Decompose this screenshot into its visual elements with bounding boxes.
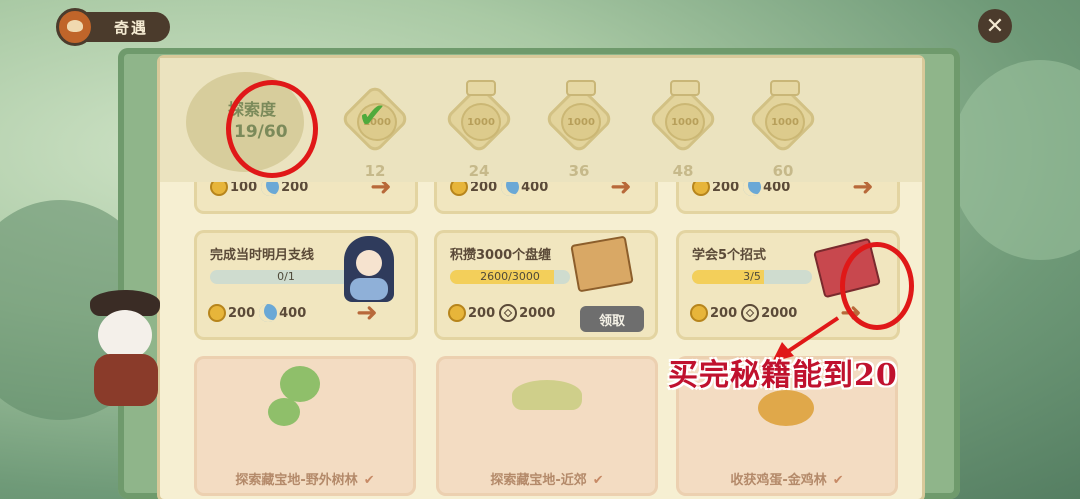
cash-icon xyxy=(741,304,760,322)
task-title: 学会5个招式 xyxy=(692,248,767,263)
character-robe xyxy=(350,278,388,300)
milestone-coin: 1000 xyxy=(561,103,601,141)
completed-card-label: 探索藏宝地-野外树林 ✔ xyxy=(194,469,416,488)
annotation-arrow-line xyxy=(782,316,840,356)
mascot-body xyxy=(94,354,158,406)
scroll-icon xyxy=(770,80,800,96)
check-icon: ✔ xyxy=(592,473,604,488)
mascot-face xyxy=(98,310,152,360)
background-foliage xyxy=(950,60,1080,260)
close-button[interactable]: ✕ xyxy=(978,9,1012,43)
reward: 200 2000 xyxy=(448,304,555,322)
coin-amount: 200 xyxy=(468,305,496,321)
mascot-character xyxy=(80,290,170,410)
cash-icon xyxy=(499,304,518,322)
check-icon: ✔ xyxy=(358,96,387,136)
task-card: 积攒3000个盘缠 2600/3000 200 2000 领取 xyxy=(434,230,658,340)
character-face xyxy=(356,250,382,276)
coin-icon xyxy=(690,304,708,322)
milestone-reward[interactable]: 1000 xyxy=(747,80,819,155)
milestone-coin: 1000 xyxy=(461,103,501,141)
cash-amount: 2000 xyxy=(519,305,556,321)
close-icon: ✕ xyxy=(985,13,1005,39)
task-title: 完成当时明月支线 xyxy=(210,248,315,263)
highlight-circle xyxy=(840,242,914,330)
check-icon: ✔ xyxy=(363,473,375,488)
milestone-coin: 1000 xyxy=(665,103,705,141)
annotation-text: 买完秘籍能到20 xyxy=(668,358,898,393)
coin-icon xyxy=(208,304,226,322)
card-label-text: 探索藏宝地-野外树林 xyxy=(235,473,358,488)
highlight-circle xyxy=(226,80,318,178)
completed-card: 探索藏宝地-近郊 ✔ xyxy=(436,356,658,496)
coin-amount: 200 xyxy=(710,305,738,321)
task-progress-text: 3/5 xyxy=(743,270,761,283)
milestone-number: 24 xyxy=(468,162,490,180)
milestone-reward[interactable]: 1000 xyxy=(443,80,515,155)
task-progress-text: 2600/3000 xyxy=(480,270,540,283)
card-label-text: 收获鸡蛋-金鸡林 xyxy=(730,473,827,488)
character-portrait xyxy=(344,236,394,302)
task-progress-text: 0/1 xyxy=(277,270,295,283)
milestone-reward[interactable]: 1000 xyxy=(543,80,615,155)
milestone-number: 36 xyxy=(568,162,590,180)
scroll-icon xyxy=(670,80,700,96)
claim-button[interactable]: 领取 xyxy=(580,306,644,332)
card-label-text: 探索藏宝地-近郊 xyxy=(490,473,587,488)
scroll-icon xyxy=(466,80,496,96)
milestone-number: 60 xyxy=(772,162,794,180)
tree-icon xyxy=(268,398,300,426)
completed-card-label: 探索藏宝地-近郊 ✔ xyxy=(436,469,658,488)
coin-amount: 200 xyxy=(228,305,256,321)
check-icon: ✔ xyxy=(832,473,844,488)
nest-icon xyxy=(758,390,814,426)
milestone-number: 12 xyxy=(364,162,386,180)
milestone-coin: 1000 xyxy=(765,103,805,141)
money-bundle-icon xyxy=(570,235,634,293)
go-arrow-icon[interactable]: ➜ xyxy=(356,298,378,328)
task-card: 完成当时明月支线 0/1 200 400 ➜ xyxy=(194,230,418,340)
milestone-reward[interactable]: 1000 xyxy=(647,80,719,155)
scroll-icon xyxy=(566,80,596,96)
moon-icon xyxy=(259,304,278,322)
reward: 200 400 xyxy=(208,304,306,322)
task-title: 积攒3000个盘缠 xyxy=(450,248,552,263)
completed-card: 探索藏宝地-野外树林 ✔ xyxy=(194,356,416,496)
milestone-number: 48 xyxy=(672,162,694,180)
task-progress-bar: 3/5 xyxy=(692,270,812,284)
mound-icon xyxy=(512,380,582,410)
coin-icon xyxy=(448,304,466,322)
moon-amount: 400 xyxy=(279,305,307,321)
tree-icon xyxy=(280,366,320,402)
page-title-text: 奇遇 xyxy=(113,18,148,37)
milestone-reward[interactable]: 1000 ✔ xyxy=(339,83,411,155)
completed-card-label: 收获鸡蛋-金鸡林 ✔ xyxy=(676,469,898,488)
task-progress-bar: 0/1 xyxy=(210,270,362,284)
task-progress-bar: 2600/3000 xyxy=(450,270,570,284)
adventure-icon xyxy=(56,8,94,46)
